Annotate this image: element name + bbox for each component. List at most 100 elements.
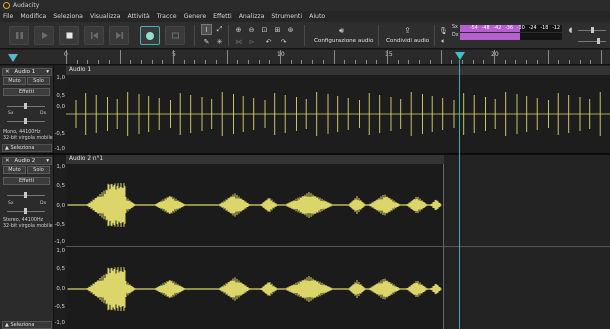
meter-tick: -36 (505, 26, 514, 31)
ruler-tick (344, 60, 346, 64)
chevron-down-icon[interactable]: ▾ (46, 69, 49, 75)
select-track-button[interactable]: ▲ Seleziona (2, 321, 52, 329)
menu-edit[interactable]: Modifica (20, 11, 46, 22)
play-button[interactable] (34, 26, 54, 45)
record-button[interactable] (140, 26, 160, 45)
close-track-icon[interactable]: ✕ (5, 69, 10, 75)
ruler-tick (483, 60, 485, 64)
playhead-marker-icon[interactable] (455, 52, 465, 60)
menu-tracks[interactable]: Tracce (157, 11, 177, 22)
menu-help[interactable]: Aiuto (309, 11, 325, 22)
record-meter-scale: -54 -48 -42 -36 -30 -24 -18 -12 (460, 25, 562, 32)
ruler-tick (558, 60, 560, 64)
zoom-out-icon[interactable]: ⊖ (246, 24, 257, 35)
trim-icon[interactable]: ⋈ (233, 36, 244, 47)
speaker-icon[interactable]: 🔊︎ (336, 25, 347, 36)
playback-meter[interactable] (460, 33, 562, 40)
mute-button[interactable]: Muto (3, 77, 26, 85)
ruler-tick (515, 60, 517, 64)
ruler-tick (376, 60, 378, 64)
loop-button[interactable] (165, 26, 185, 45)
track-name-menu[interactable]: ✕ Audio 2 ▾ (2, 157, 52, 165)
ruler-tick (194, 60, 196, 64)
draw-tool-icon[interactable]: ✎ (201, 36, 212, 47)
solo-button[interactable]: Solo (27, 166, 50, 174)
record-meter[interactable]: -54 -48 -42 -36 -30 -24 -18 -12 (460, 25, 562, 32)
ruler-tick (108, 60, 110, 64)
clip-title-audio1[interactable]: Audio 1 (66, 66, 610, 75)
effects-button[interactable]: Effetti (3, 88, 50, 96)
collapse-icon[interactable]: ▲ (5, 145, 9, 151)
share-icon[interactable]: ⇪ (402, 25, 413, 36)
collapse-icon[interactable]: ▲ (5, 322, 9, 328)
multi-tool-icon[interactable]: ✳ (214, 36, 225, 47)
playback-speed-slider-thumb[interactable] (597, 38, 600, 44)
share-audio-label[interactable]: Condividi audio (386, 38, 429, 44)
ruler-tick (333, 50, 335, 64)
skip-to-start-button[interactable] (84, 26, 104, 45)
track-control-panel-audio1: ✕ Audio 1 ▾ Muto Solo Effetti Sx Dx Mono… (0, 66, 54, 153)
waveform-audio1[interactable] (66, 75, 610, 152)
vertical-scale-audio2[interactable]: 1,0 0,5 0,0 -0,5 -1,0 1,0 0,5 0,0 -0,5 -… (54, 155, 66, 329)
effects-button[interactable]: Effetti (3, 177, 50, 185)
menu-view[interactable]: Visualizza (90, 11, 120, 22)
volume-knob-icon[interactable]: ◖ (565, 24, 576, 35)
zoom-selection-icon[interactable]: ⊡ (259, 24, 270, 35)
waveform-audio2[interactable] (66, 155, 444, 329)
ruler-tick (130, 60, 132, 64)
zoom-toggle-icon[interactable]: ⊛ (285, 24, 296, 35)
close-track-icon[interactable]: ✕ (5, 158, 10, 164)
gain-slider-thumb[interactable] (24, 192, 27, 198)
zoom-in-icon[interactable]: ⊕ (233, 24, 244, 35)
meter-tick: -42 (493, 26, 502, 31)
ruler-tick (301, 60, 303, 64)
menu-transport[interactable]: Attività (127, 11, 149, 22)
ruler-tick (429, 60, 431, 64)
timeline-options-icon[interactable] (7, 53, 19, 63)
timeline-ruler[interactable]: 0 5 10 15 20 (0, 50, 610, 65)
playhead-line (459, 60, 460, 329)
ruler-tick (87, 60, 89, 64)
redo-icon[interactable]: ↷ (278, 36, 289, 47)
ruler-tick (601, 50, 602, 64)
ruler-tick (590, 60, 592, 64)
stop-button[interactable] (59, 26, 79, 45)
menu-analyze[interactable]: Analizza (239, 11, 265, 22)
playback-meter-icon[interactable]: 🔈︎ (438, 36, 449, 47)
selection-tool-icon[interactable]: I (201, 24, 212, 35)
pan-slider-thumb[interactable] (24, 118, 27, 124)
ruler-tick (365, 60, 367, 64)
meter-tick: -30 (516, 26, 525, 31)
ruler-tick (408, 60, 410, 64)
menu-generate[interactable]: Genere (184, 11, 207, 22)
gain-slider-thumb[interactable] (24, 103, 27, 109)
menu-tools[interactable]: Strumenti (271, 11, 302, 22)
solo-button[interactable]: Solo (27, 77, 50, 85)
zoom-fit-icon[interactable]: ⊞ (272, 24, 283, 35)
pan-slider-thumb[interactable] (24, 208, 27, 214)
playback-speed-slider[interactable] (578, 41, 606, 42)
undo-icon[interactable]: ↶ (263, 36, 274, 47)
ruler-tick (312, 60, 314, 64)
toolbar: I ⤢ ✎ ✳ ⊕ ⊖ ⊡ ⊞ ⊛ ⋈ ⊳ ↶ ↷ 🔊︎ Configurazi… (0, 22, 610, 49)
menu-select[interactable]: Seleziona (53, 11, 83, 22)
ruler-tick (504, 60, 506, 64)
mute-button[interactable]: Muto (3, 166, 26, 174)
pause-button[interactable] (9, 26, 29, 45)
silence-icon[interactable]: ⊳ (246, 36, 257, 47)
ruler-tick (451, 60, 453, 64)
volume-slider-thumb[interactable] (591, 27, 594, 33)
audio-setup-label[interactable]: Configurazione audio (314, 38, 373, 44)
play-icon (41, 32, 48, 39)
skip-to-end-button[interactable] (109, 26, 129, 45)
ruler-tick (205, 60, 207, 64)
menu-file[interactable]: File (3, 11, 13, 22)
ruler-tick (226, 50, 228, 64)
microphone-icon[interactable]: 🎙︎ (438, 25, 449, 36)
select-track-button[interactable]: ▲ Seleziona (2, 144, 52, 152)
audacity-logo-icon (3, 2, 10, 9)
envelope-tool-icon[interactable]: ⤢ (214, 24, 225, 35)
track-name-menu[interactable]: ✕ Audio 1 ▾ (2, 68, 52, 76)
chevron-down-icon[interactable]: ▾ (46, 158, 49, 164)
menu-effects[interactable]: Effetti (213, 11, 232, 22)
